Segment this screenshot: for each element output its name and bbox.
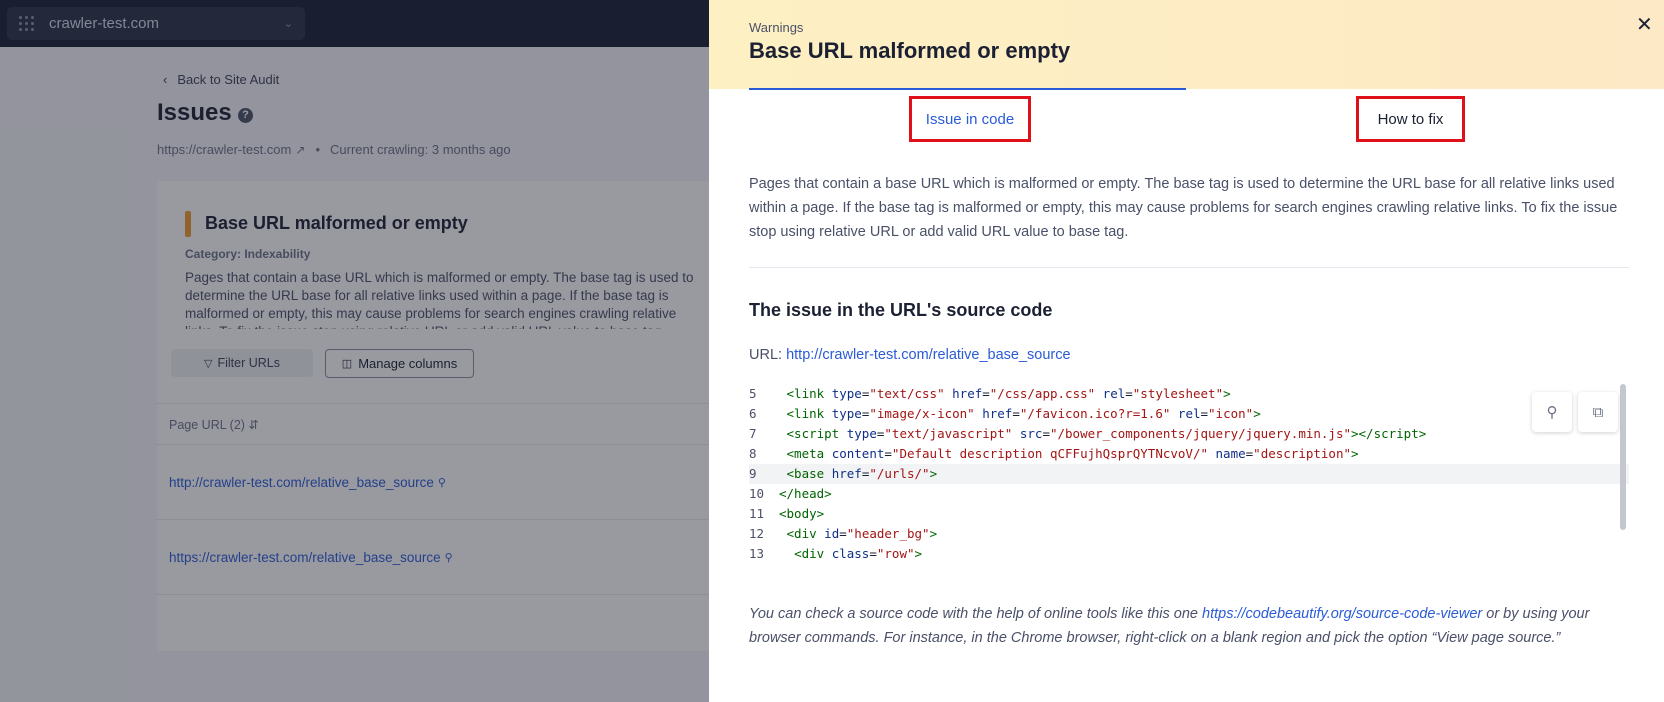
source-code-viewer[interactable]: 5 <link type="text/css" href="/css/app.c… <box>749 384 1629 570</box>
copy-icon[interactable]: ⧉ <box>1578 392 1618 432</box>
code-line: 11 <body> <box>749 506 825 521</box>
code-line: 10 </head> <box>749 486 832 501</box>
close-icon[interactable]: ✕ <box>1636 12 1653 37</box>
code-line: 7 <script type="text/javascript" src="/b… <box>749 426 1427 441</box>
code-line: 8 <meta content="Default description qCF… <box>749 446 1359 461</box>
code-viewer-link[interactable]: https://codebeautify.org/source-code-vie… <box>1202 606 1482 622</box>
code-line: 13 <div class="row"> <box>749 546 923 561</box>
code-line: 6 <link type="image/x-icon" href="/favic… <box>749 406 1261 421</box>
code-scrollbar[interactable] <box>1620 384 1626 530</box>
source-url-link[interactable]: http://crawler-test.com/relative_base_so… <box>786 347 1071 363</box>
active-tab-indicator <box>749 88 1186 90</box>
issue-detail-drawer: Warnings Base URL malformed or empty ✕ I… <box>709 0 1664 702</box>
tab-how-to-fix[interactable]: How to fix <box>1356 96 1465 142</box>
drawer-header: Warnings Base URL malformed or empty ✕ <box>709 0 1664 89</box>
drawer-title: Base URL malformed or empty <box>749 38 1071 63</box>
severity-label: Warnings <box>749 20 804 35</box>
code-line: 5 <link type="text/css" href="/css/app.c… <box>749 386 1231 401</box>
divider <box>749 267 1629 268</box>
code-line-highlighted: 9 <base href="/urls/"> <box>749 464 1629 484</box>
source-code-section-title: The issue in the URL's source code <box>749 300 1053 320</box>
search-icon[interactable]: ⚲ <box>1532 392 1572 432</box>
code-line: 12 <div id="header_bg"> <box>749 526 938 541</box>
tab-issue-in-code[interactable]: Issue in code <box>909 96 1031 142</box>
source-code-help-note: You can check a source code with the hel… <box>749 606 1590 646</box>
issue-explanation: Pages that contain a base URL which is m… <box>749 176 1618 240</box>
source-url-line: URL: http://crawler-test.com/relative_ba… <box>749 347 1071 363</box>
modal-backdrop[interactable] <box>0 0 709 702</box>
